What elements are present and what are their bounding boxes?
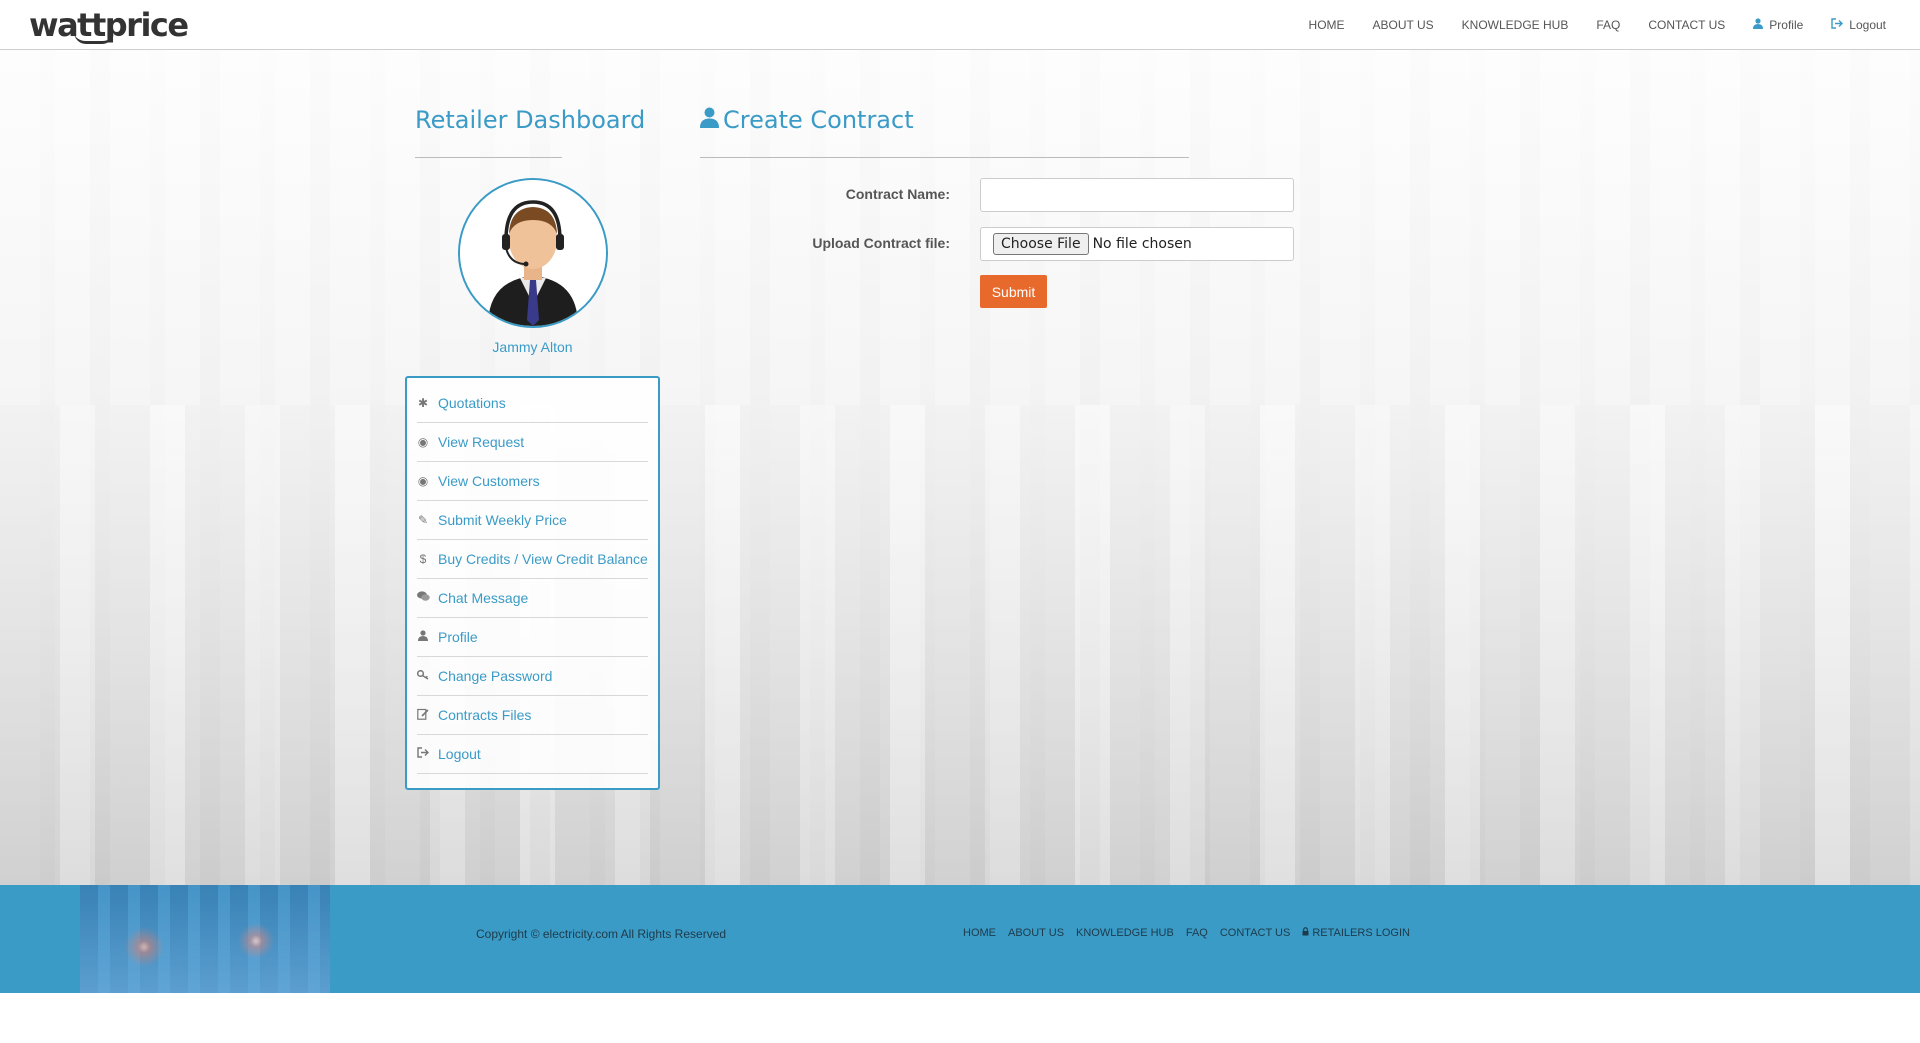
- choose-file-button[interactable]: Choose File: [993, 233, 1089, 255]
- user-icon: [1753, 18, 1764, 32]
- pencil-icon: ✎: [417, 513, 429, 527]
- sidebar-menu: ✱ Quotations ◉ View Request ◉ View Custo…: [405, 376, 660, 790]
- sidebar-item-view-request[interactable]: ◉ View Request: [417, 423, 648, 462]
- user-icon: [417, 630, 429, 644]
- dashboard-title: Retailer Dashboard: [415, 106, 646, 134]
- nav-about-us[interactable]: ABOUT US: [1373, 18, 1434, 32]
- contract-name-input[interactable]: [980, 178, 1294, 212]
- sidebar-item-label: View Request: [438, 434, 525, 450]
- sidebar-item-contracts-files[interactable]: Contracts Files: [417, 696, 648, 735]
- sidebar-item-label: Buy Credits / View Credit Balance: [438, 551, 648, 567]
- footer-link-about-us[interactable]: ABOUT US: [1008, 927, 1064, 939]
- divider: [415, 157, 562, 158]
- copyright-text: Copyright © electricity.com All Rights R…: [476, 927, 727, 941]
- sidebar-item-label: Chat Message: [438, 590, 529, 606]
- footer-link-home[interactable]: HOME: [963, 927, 996, 939]
- nav-profile-label: Profile: [1769, 18, 1804, 32]
- asterisk-icon: ✱: [417, 396, 429, 410]
- city-skyline-background: [0, 405, 1920, 885]
- file-status-text: No file chosen: [1092, 236, 1192, 252]
- eye-icon: ◉: [417, 435, 429, 449]
- top-nav: HOME ABOUT US KNOWLEDGE HUB FAQ CONTACT …: [1281, 0, 1886, 50]
- footer-link-knowledge-hub[interactable]: KNOWLEDGE HUB: [1076, 927, 1174, 939]
- logout-icon: [417, 747, 429, 761]
- retailers-login-label: RETAILERS LOGIN: [1312, 927, 1410, 939]
- nav-logout-label: Logout: [1849, 18, 1886, 32]
- sidebar-item-submit-weekly-price[interactable]: ✎ Submit Weekly Price: [417, 501, 648, 540]
- footer: [0, 885, 1920, 993]
- sidebar-item-quotations[interactable]: ✱ Quotations: [417, 384, 648, 423]
- footer-city-image: [80, 885, 330, 993]
- sidebar-item-label: Contracts Files: [438, 707, 532, 723]
- logout-icon: [1831, 18, 1844, 32]
- sidebar-item-label: Profile: [438, 629, 478, 645]
- contract-file-input[interactable]: Choose File No file chosen: [980, 227, 1294, 261]
- sidebar-item-change-password[interactable]: Change Password: [416, 657, 648, 696]
- nav-knowledge-hub[interactable]: KNOWLEDGE HUB: [1462, 18, 1569, 32]
- eye-icon: ◉: [417, 474, 429, 488]
- main-background: [0, 50, 1920, 885]
- nav-profile[interactable]: Profile: [1753, 18, 1803, 32]
- sidebar-item-chat-message[interactable]: Chat Message: [417, 579, 648, 618]
- user-name: Jammy Alton: [492, 339, 573, 355]
- page-title: Create Contract: [700, 106, 914, 134]
- avatar: [458, 178, 608, 328]
- sidebar-item-logout[interactable]: Logout: [417, 735, 648, 774]
- contract-name-label: Contract Name:: [845, 186, 950, 202]
- sidebar-item-label: Submit Weekly Price: [438, 512, 567, 528]
- dollar-icon: $: [419, 552, 427, 566]
- nav-faq[interactable]: FAQ: [1596, 18, 1620, 32]
- sidebar-item-label: View Customers: [438, 473, 540, 489]
- sidebar-item-buy-credits[interactable]: $ Buy Credits / View Credit Balance: [417, 540, 648, 579]
- divider: [700, 157, 1189, 158]
- sidebar-item-label: Logout: [438, 746, 481, 762]
- nav-contact-us[interactable]: CONTACT US: [1648, 18, 1725, 32]
- top-navbar: wattprice HOME ABOUT US KNOWLEDGE HUB FA…: [0, 0, 1920, 50]
- key-icon: [416, 669, 429, 683]
- nav-home[interactable]: HOME: [1309, 18, 1345, 32]
- lock-icon: [1302, 927, 1309, 939]
- footer-link-faq[interactable]: FAQ: [1186, 927, 1208, 939]
- footer-link-contact-us[interactable]: CONTACT US: [1220, 927, 1291, 939]
- comments-icon: [417, 591, 430, 605]
- logo-swoosh: [74, 32, 114, 44]
- sidebar-item-label: Change Password: [438, 668, 553, 684]
- support-agent-avatar-icon: [460, 180, 606, 326]
- sidebar-item-label: Quotations: [438, 395, 506, 411]
- submit-button[interactable]: Submit: [980, 275, 1047, 308]
- user-icon: [700, 106, 719, 134]
- footer-nav: HOME ABOUT US KNOWLEDGE HUB FAQ CONTACT …: [963, 927, 1410, 939]
- edit-file-icon: [417, 708, 429, 723]
- sidebar-item-profile[interactable]: Profile: [417, 618, 648, 657]
- footer-link-retailers-login[interactable]: RETAILERS LOGIN: [1302, 927, 1410, 939]
- page-title-text: Create Contract: [723, 106, 914, 134]
- nav-logout[interactable]: Logout: [1831, 18, 1886, 32]
- sidebar-item-view-customers[interactable]: ◉ View Customers: [417, 462, 648, 501]
- upload-contract-label: Upload Contract file:: [812, 235, 950, 251]
